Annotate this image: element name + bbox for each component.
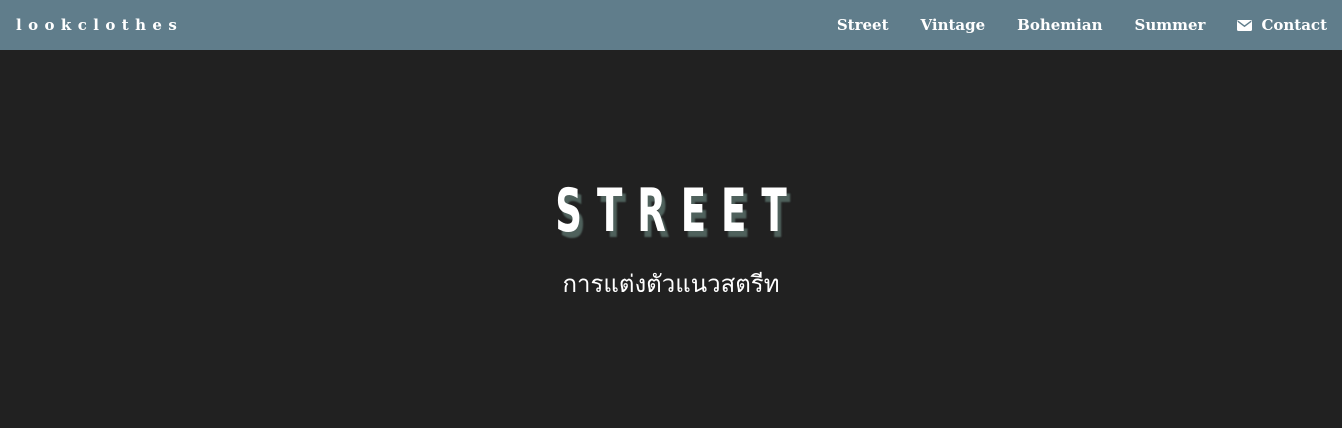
hero-subtitle: การแต่งตัวแนวสตรีท bbox=[562, 270, 780, 298]
nav-link-street[interactable]: Street bbox=[837, 16, 889, 34]
nav-link-vintage[interactable]: Vintage bbox=[921, 16, 986, 34]
contact-label: Contact bbox=[1261, 16, 1327, 34]
nav-links: Street Vintage Bohemian Summer Contact bbox=[837, 0, 1327, 50]
hero-title: STREET bbox=[555, 176, 802, 246]
top-navbar: lookclothes Street Vintage Bohemian Summ… bbox=[0, 0, 1342, 50]
envelope-icon bbox=[1237, 19, 1253, 31]
brand-logo-link[interactable]: lookclothes bbox=[16, 16, 183, 34]
hero-section: STREET การแต่งตัวแนวสตรีท bbox=[0, 50, 1342, 428]
nav-link-summer[interactable]: Summer bbox=[1135, 16, 1206, 34]
nav-link-contact[interactable]: Contact bbox=[1237, 16, 1327, 34]
nav-link-bohemian[interactable]: Bohemian bbox=[1017, 16, 1102, 34]
